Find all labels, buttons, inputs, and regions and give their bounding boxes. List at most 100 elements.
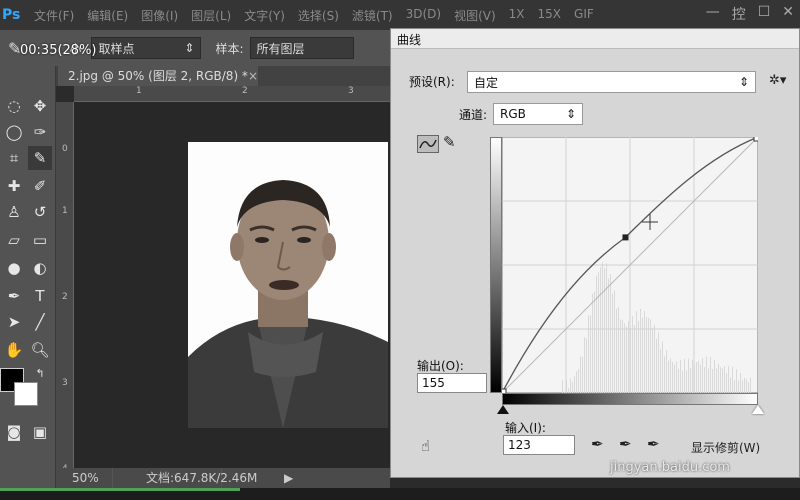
watermark: jingyan.baidu.com	[610, 460, 730, 475]
sample-label: 样本:	[215, 41, 244, 56]
histogram-bar	[638, 320, 639, 393]
toolbox: ◌ ✥ ◯ ✑ ⌗ ✎ ✚ ✐ ♙ ↺ ▱ ▭ ● ◐ ✒ T ➤ ╱ ✋ 🔍︎…	[0, 66, 56, 500]
zoom-level[interactable]: 50%	[72, 468, 99, 488]
menu-view[interactable]: 视图(V)	[454, 7, 496, 24]
control-button[interactable]: 控	[732, 4, 746, 24]
document-canvas[interactable]	[74, 102, 390, 468]
gradient-tool-icon[interactable]: ▭	[28, 228, 52, 252]
marquee-tool-icon[interactable]: ◌	[2, 94, 26, 118]
curve-graph[interactable]	[502, 137, 758, 393]
curve-edit-tool-button[interactable]	[417, 135, 439, 153]
histogram-bar	[730, 377, 731, 393]
ruler-label: 2	[242, 86, 248, 96]
white-eyedropper-icon[interactable]: ✒	[647, 435, 660, 453]
histogram-bar	[668, 360, 669, 393]
gray-eyedropper-icon[interactable]: ✒	[619, 435, 632, 453]
histogram-bar	[670, 358, 671, 393]
menu-select[interactable]: 选择(S)	[298, 7, 339, 24]
overlay-gif[interactable]: GIF	[574, 7, 594, 24]
brush-tool-icon[interactable]: ✐	[28, 174, 52, 198]
sample-size-select[interactable]: 取样点 ⇕	[91, 37, 202, 59]
quick-mask-icon[interactable]: ◙	[2, 420, 26, 444]
ruler-label: 1	[62, 206, 68, 216]
histogram-bar	[716, 368, 717, 393]
menu-type[interactable]: 文字(Y)	[244, 7, 285, 24]
curve-control-point[interactable]	[622, 234, 629, 241]
menu-file[interactable]: 文件(F)	[34, 7, 74, 24]
histogram-bar	[710, 357, 711, 393]
histogram-bar	[586, 338, 587, 393]
histogram-bar	[618, 306, 619, 393]
histogram-bar	[610, 274, 611, 393]
channel-select[interactable]: RGB ⇕	[493, 103, 583, 125]
path-select-tool-icon[interactable]: ➤	[2, 310, 26, 334]
histogram-bar	[624, 323, 625, 393]
black-point-slider[interactable]	[497, 405, 509, 414]
histogram-bar	[644, 311, 645, 393]
input-gradient-bar	[502, 393, 758, 405]
maximize-button[interactable]: ☐	[758, 4, 771, 24]
swap-colors-icon[interactable]: ↰	[28, 362, 52, 386]
sample-value: 所有图层	[256, 41, 305, 56]
output-gradient-bar	[490, 137, 502, 393]
select-arrows-icon: ⇕	[565, 107, 576, 121]
quick-select-tool-icon[interactable]: ✑	[28, 120, 52, 144]
stamp-tool-icon[interactable]: ♙	[2, 200, 26, 224]
preset-select[interactable]: 自定 ⇕	[467, 71, 756, 93]
menu-edit[interactable]: 编辑(E)	[87, 7, 128, 24]
hand-tool-icon[interactable]: ✋	[2, 338, 26, 362]
histogram-bar	[622, 319, 623, 393]
type-tool-icon[interactable]: T	[28, 284, 52, 308]
white-point-slider[interactable]	[752, 405, 764, 414]
histogram-bar	[740, 373, 741, 393]
menu-filter[interactable]: 滤镜(T)	[352, 7, 393, 24]
histogram-bar	[690, 368, 691, 393]
eraser-tool-icon[interactable]: ▱	[2, 228, 26, 252]
lasso-tool-icon[interactable]: ◯	[2, 120, 26, 144]
document-tab[interactable]: 2.jpg @ 50% (图层 2, RGB/8) * ×	[58, 66, 258, 86]
move-tool-icon[interactable]: ✥	[28, 94, 52, 118]
histogram-bar	[604, 268, 605, 393]
histogram-bar	[738, 380, 739, 393]
input-field[interactable]: 123	[503, 435, 575, 455]
show-clipping-label[interactable]: 显示修剪(W)	[691, 439, 760, 456]
history-brush-tool-icon[interactable]: ↺	[28, 200, 52, 224]
histogram-bar	[620, 319, 621, 393]
menu-image[interactable]: 图像(I)	[141, 7, 178, 24]
overlay-1x[interactable]: 1X	[509, 7, 525, 24]
ruler-label: 2	[62, 292, 68, 302]
on-image-adjust-icon[interactable]: ☝	[421, 437, 430, 455]
document-size: 文档:647.8K/2.46M	[146, 471, 258, 485]
histogram-bar	[650, 319, 651, 393]
overlay-15x[interactable]: 15X	[538, 7, 562, 24]
gear-icon[interactable]: ✲▾	[769, 73, 786, 88]
zoom-tool-icon[interactable]: 🔍︎	[28, 338, 52, 362]
healing-brush-tool-icon[interactable]: ✚	[2, 174, 26, 198]
eyedropper-tool-icon[interactable]: ✎	[28, 146, 52, 170]
crop-tool-icon[interactable]: ⌗	[2, 146, 26, 170]
histogram-bar	[602, 262, 603, 393]
pencil-icon[interactable]: ✎	[443, 133, 456, 151]
histogram-bar	[706, 356, 707, 393]
curve-endpoint-white[interactable]	[753, 137, 758, 142]
minimize-button[interactable]: —	[706, 4, 720, 24]
output-field[interactable]: 155	[417, 373, 487, 393]
status-menu-arrow-icon[interactable]: ▶	[284, 468, 293, 488]
line-tool-icon[interactable]: ╱	[28, 310, 52, 334]
menu-3d[interactable]: 3D(D)	[406, 7, 441, 24]
portrait-image	[188, 180, 388, 428]
dialog-title-bar[interactable]: 曲线	[391, 29, 799, 49]
histogram-bar	[582, 356, 583, 393]
preset-label: 预设(R):	[409, 75, 455, 89]
blur-tool-icon[interactable]: ●	[2, 256, 26, 280]
histogram-bar	[672, 362, 673, 393]
sample-select[interactable]: 所有图层	[249, 37, 354, 59]
histogram-bar	[674, 364, 675, 393]
black-eyedropper-icon[interactable]: ✒	[591, 435, 604, 453]
close-tab-icon[interactable]: ×	[248, 66, 258, 86]
menu-layer[interactable]: 图层(L)	[191, 7, 231, 24]
close-button[interactable]: ✕	[782, 4, 794, 24]
pen-tool-icon[interactable]: ✒	[2, 284, 26, 308]
dodge-tool-icon[interactable]: ◐	[28, 256, 52, 280]
screen-mode-icon[interactable]: ▣	[28, 420, 52, 444]
